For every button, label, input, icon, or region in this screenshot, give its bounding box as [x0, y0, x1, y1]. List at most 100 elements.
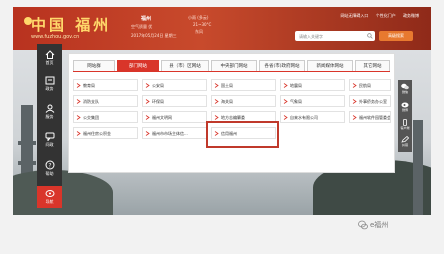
hill-shape: [13, 170, 113, 215]
weibo-icon: [401, 102, 409, 108]
temperature-text: 21~30°C: [193, 22, 212, 27]
nav-inquiry[interactable]: 问政: [37, 132, 62, 148]
arrow-right-icon: [283, 83, 288, 88]
site-link-label: 自来水有限公司: [290, 115, 318, 120]
site-link[interactable]: 地震局: [280, 79, 345, 91]
tab-media-sites[interactable]: 新闻媒体网站: [307, 60, 353, 71]
wechat-icon: [401, 83, 409, 90]
header-links: 网站无障碍入口 个性化门户 政务微博: [334, 13, 419, 19]
share-wechat[interactable]: 微信: [398, 83, 412, 94]
weibo-link[interactable]: 政务微博: [403, 13, 419, 18]
site-link-label: 环保局: [152, 99, 164, 104]
pagoda-roof: [18, 141, 36, 145]
arrow-right-icon: [352, 83, 357, 88]
help-icon: ?: [45, 160, 54, 170]
site-link-label: 福州文明网: [152, 115, 172, 120]
nav-guide[interactable]: 导航: [37, 186, 62, 208]
site-link[interactable]: 海关局: [211, 95, 276, 107]
tab-county-sites[interactable]: 县（市）区网站: [161, 60, 209, 71]
search-icon[interactable]: [367, 33, 373, 39]
arrow-right-icon: [283, 99, 288, 104]
site-link-label: 民航局: [359, 83, 371, 88]
site-link-label: 地方志编纂委: [221, 115, 245, 120]
site-link-label: 地震局: [290, 83, 302, 88]
arrow-right-icon: [214, 99, 219, 104]
site-link[interactable]: 公交集团: [73, 111, 138, 123]
site-link-label: 海关局: [221, 99, 233, 104]
site-link-label: 公安局: [152, 83, 164, 88]
city-name: 福州: [141, 16, 152, 22]
navigation-icon: [45, 190, 54, 197]
arrow-right-icon: [76, 99, 81, 104]
nav-label: 首页: [45, 60, 54, 65]
site-link[interactable]: 自来水有限公司: [280, 111, 345, 123]
arrow-right-icon: [283, 115, 288, 120]
site-link-label: 福州市市场主体信...: [152, 131, 188, 136]
tab-website-group[interactable]: 网站群: [73, 60, 115, 71]
share-weibo[interactable]: 微博: [398, 101, 412, 112]
advanced-search-button[interactable]: 高级搜索: [379, 31, 413, 41]
website-directory-panel: 网站群 部门网站 县（市）区网站 中央部门网站 各省(市)政府网站 新闻媒体网站…: [68, 53, 395, 173]
site-link[interactable]: 环保局: [142, 95, 207, 107]
mobile-app-icon: [403, 119, 407, 126]
wind-text: 东风: [195, 29, 203, 34]
accessibility-link[interactable]: 网站无障碍入口: [340, 13, 368, 18]
site-link-label: 福州住房公积金: [83, 131, 111, 136]
government-icon: [45, 76, 54, 85]
chat-icon: [45, 132, 54, 141]
share-label: 纠错: [401, 143, 408, 147]
site-link[interactable]: 民航局: [349, 79, 391, 91]
search-input[interactable]: 请输入关键字: [295, 31, 375, 41]
right-sidebar: 微信 微博 客户端 纠错: [398, 80, 412, 152]
site-link-label: 公交集团: [83, 115, 99, 120]
nav-label: 导航: [45, 199, 54, 204]
site-link-label: 国土局: [221, 83, 233, 88]
weather-text: 小雨 (多云): [188, 15, 209, 20]
watermark-text: e福州: [370, 221, 389, 229]
date-text: 2017年05月24日 星期三: [131, 33, 177, 38]
arrow-right-icon: [214, 115, 219, 120]
nav-government[interactable]: 政务: [37, 76, 62, 92]
nav-help[interactable]: ? 帮助: [37, 160, 62, 177]
arrow-right-icon: [76, 131, 81, 136]
arrow-right-icon: [145, 115, 150, 120]
category-tabs: 网站群 部门网站 县（市）区网站 中央部门网站 各省(市)政府网站 新闻媒体网站…: [73, 60, 390, 72]
pagoda-image: [413, 120, 423, 215]
screenshot-frame: 中国 福州 www.fuzhou.gov.cn 福州 空气质量 优 2017年0…: [0, 0, 444, 254]
tab-department-sites[interactable]: 部门网站: [117, 60, 159, 71]
personal-portal-link[interactable]: 个性化门户: [376, 13, 396, 18]
site-header: 中国 福州 www.fuzhou.gov.cn 福州 空气质量 优 2017年0…: [13, 7, 431, 50]
site-link[interactable]: 外事侨务办公室: [349, 95, 391, 107]
site-link[interactable]: 福州软件园管委会: [349, 111, 391, 123]
tab-province-sites[interactable]: 各省(市)政府网站: [259, 60, 305, 71]
share-label: 微博: [401, 108, 408, 112]
air-quality: 空气质量 优: [131, 24, 153, 29]
site-link[interactable]: 气象局: [280, 95, 345, 107]
site-link[interactable]: 福州住房公积金: [73, 127, 138, 139]
home-icon: [45, 50, 54, 59]
share-app[interactable]: 客户端: [398, 119, 412, 130]
site-link[interactable]: 福州市市场主体信...: [142, 127, 207, 139]
report-error[interactable]: 纠错: [398, 136, 412, 147]
tab-central-sites[interactable]: 中央部门网站: [211, 60, 257, 71]
arrow-right-icon: [214, 83, 219, 88]
svg-text:?: ?: [48, 163, 51, 170]
site-link[interactable]: 教育局: [73, 79, 138, 91]
site-link[interactable]: 消防支队: [73, 95, 138, 107]
site-link[interactable]: 福州文明网: [142, 111, 207, 123]
site-link-label: 外事侨务办公室: [359, 99, 387, 104]
site-link[interactable]: 公安局: [142, 79, 207, 91]
nav-service[interactable]: 服务: [37, 104, 62, 120]
pagoda-roof: [18, 161, 36, 165]
edit-icon: [401, 136, 409, 143]
tab-other-sites[interactable]: 其它网站: [355, 60, 390, 71]
nav-home[interactable]: 首页: [37, 50, 62, 66]
arrow-right-icon: [145, 99, 150, 104]
site-link-label: 福州软件园管委会: [359, 115, 391, 120]
site-link-label: 气象局: [290, 99, 302, 104]
site-link[interactable]: 国土局: [211, 79, 276, 91]
site-link-label: 教育局: [83, 83, 95, 88]
site-logo[interactable]: 中国 福州: [31, 14, 111, 35]
nav-label: 服务: [45, 114, 54, 119]
wechat-watermark-icon: [358, 220, 368, 230]
